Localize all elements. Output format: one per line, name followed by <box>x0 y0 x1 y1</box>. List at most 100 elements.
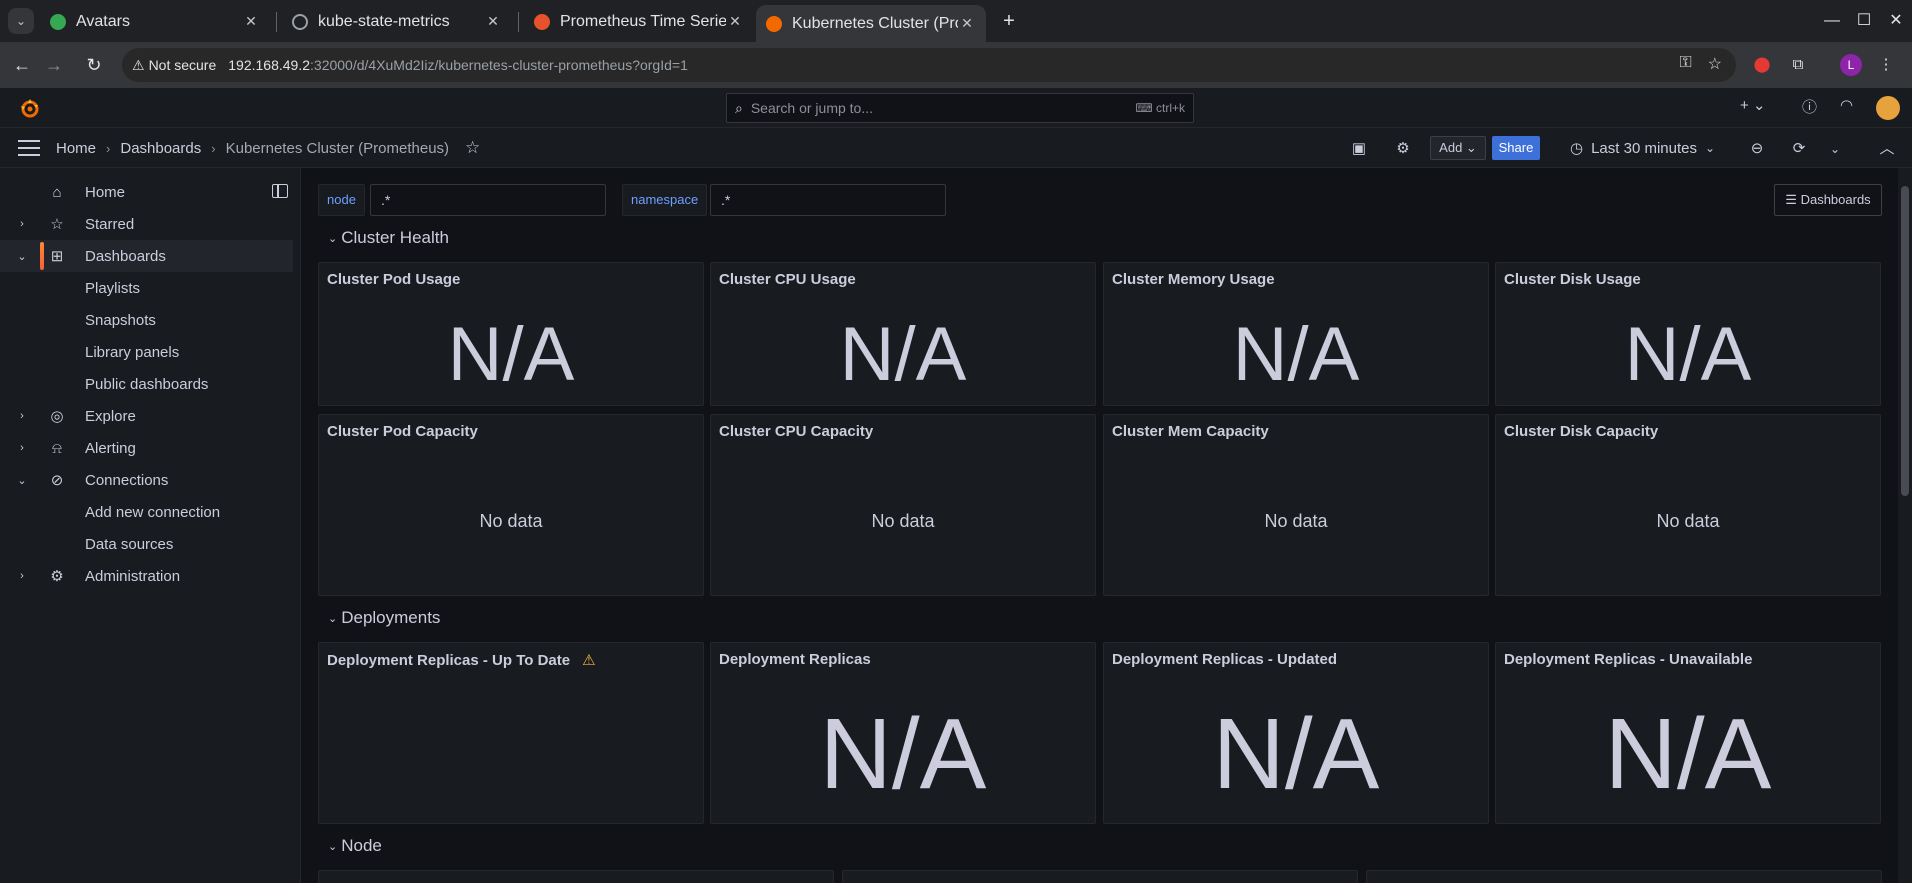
collapse-chevron-up-icon[interactable]: ︿ <box>1876 138 1898 160</box>
browser-tab-kubernetes-cluster[interactable]: Kubernetes Cluster (Prom ✕ <box>756 5 986 42</box>
window-close-button[interactable]: ✕ <box>1876 8 1912 34</box>
forward-button[interactable]: → <box>40 51 68 79</box>
key-icon[interactable]: ⚿ <box>1679 54 1691 74</box>
refresh-interval-chevron-icon[interactable]: ⌄ <box>1824 138 1846 160</box>
panel-cluster-mem-capacity[interactable]: Cluster Mem Capacity No data <box>1103 414 1489 596</box>
sidebar-item-public-dashboards[interactable]: Public dashboards <box>0 368 293 400</box>
scrollbar-thumb[interactable] <box>1901 186 1909 496</box>
variable-input-namespace[interactable]: .* <box>710 184 946 216</box>
browser-window: ⌄ Avatars ✕ kube-state-metrics ✕ Prometh… <box>0 0 1912 883</box>
panel-cluster-pod-usage[interactable]: Cluster Pod Usage N/A <box>318 262 704 406</box>
tab-divider <box>276 12 277 32</box>
panel-deployment-replicas[interactable]: Deployment Replicas N/A <box>710 642 1096 824</box>
refresh-icon[interactable]: ⟳ <box>1788 138 1810 160</box>
panel-node-1[interactable] <box>318 870 834 883</box>
panel-deployment-replicas-up-to-date[interactable]: Deployment Replicas - Up To Date ⚠ <box>318 642 704 824</box>
scrollbar[interactable] <box>1898 168 1912 883</box>
stat-value: N/A <box>819 698 987 810</box>
row-cluster-health[interactable]: ⌄ Cluster Health <box>328 228 449 248</box>
sidebar-item-home[interactable]: ⌂ Home <box>0 176 293 208</box>
stat-value: N/A <box>1232 312 1360 397</box>
chevron-right-icon[interactable]: › <box>16 442 28 454</box>
url-path: :32000/d/4XuMd2Iiz/kubernetes-cluster-pr… <box>310 57 688 73</box>
chevron-right-icon[interactable]: › <box>16 570 28 582</box>
browser-tab-kube-state-metrics[interactable]: kube-state-metrics ✕ <box>282 5 512 38</box>
sidebar-item-starred[interactable]: › ☆ Starred <box>0 208 293 240</box>
row-deployments[interactable]: ⌄ Deployments <box>328 608 440 628</box>
close-icon[interactable]: ✕ <box>242 13 260 30</box>
help-icon[interactable]: ⓘ <box>1802 96 1817 117</box>
sidebar-item-snapshots[interactable]: Snapshots <box>0 304 293 336</box>
share-button[interactable]: Share <box>1492 136 1540 160</box>
browser-tab-avatars[interactable]: Avatars ✕ <box>40 5 270 38</box>
warning-triangle-icon[interactable]: ⚠ <box>582 651 595 669</box>
clock-icon: ◷ <box>1570 140 1584 157</box>
stat-value: N/A <box>839 312 967 397</box>
reload-button[interactable]: ↻ <box>80 51 108 79</box>
chevron-right-icon[interactable]: › <box>16 218 28 230</box>
sidebar-item-library-panels[interactable]: Library panels <box>0 336 293 368</box>
panel-cluster-disk-capacity[interactable]: Cluster Disk Capacity No data <box>1495 414 1881 596</box>
time-range-picker[interactable]: ◷ Last 30 minutes ⌄ <box>1570 128 1715 168</box>
breadcrumb: Home › Dashboards › Kubernetes Cluster (… <box>56 128 480 168</box>
star-icon[interactable]: ☆ <box>465 138 480 158</box>
browser-tab-prometheus[interactable]: Prometheus Time Series ✕ <box>524 5 754 38</box>
bookmark-star-icon[interactable]: ☆ <box>1708 54 1722 74</box>
home-icon: ⌂ <box>52 183 62 201</box>
no-data-message: No data <box>871 511 935 531</box>
settings-gear-icon[interactable]: ⚙ <box>1392 138 1414 160</box>
chevron-right-icon: › <box>211 140 216 156</box>
save-icon[interactable]: ▣ <box>1348 138 1370 160</box>
chevron-down-icon[interactable]: ⌄ <box>16 250 28 263</box>
panel-cluster-cpu-capacity[interactable]: Cluster CPU Capacity No data <box>710 414 1096 596</box>
chevron-down-icon: ⌄ <box>328 232 338 245</box>
security-indicator[interactable]: ⚠ Not secure <box>132 57 216 74</box>
panel-node-2[interactable] <box>842 870 1358 883</box>
no-data-message: No data <box>1656 511 1720 531</box>
user-avatar[interactable] <box>1876 96 1900 120</box>
close-icon[interactable]: ✕ <box>958 15 976 32</box>
menu-icon[interactable] <box>18 139 40 157</box>
row-node[interactable]: ⌄ Node <box>328 836 382 856</box>
new-tab-button[interactable]: + <box>996 8 1022 34</box>
close-icon[interactable]: ✕ <box>484 13 502 30</box>
sidebar-item-alerting[interactable]: › ⍾ Alerting <box>0 432 293 464</box>
tab-search-button[interactable]: ⌄ <box>8 8 34 34</box>
back-button[interactable]: ← <box>8 51 36 79</box>
grafana-logo-icon[interactable] <box>18 97 42 119</box>
close-icon[interactable]: ✕ <box>726 13 744 30</box>
new-plus-icon[interactable]: + ⌄ <box>1740 96 1766 114</box>
breadcrumb-dashboards[interactable]: Dashboards <box>120 140 201 157</box>
zoom-out-icon[interactable]: ⊖ <box>1746 138 1768 160</box>
sidebar-item-explore[interactable]: › ◎ Explore <box>0 400 293 432</box>
chevron-right-icon[interactable]: › <box>16 410 28 422</box>
chevron-down-icon: ⌄ <box>1705 141 1716 155</box>
panel-node-3[interactable] <box>1366 870 1882 883</box>
star-icon: ☆ <box>50 216 64 233</box>
panel-cluster-pod-capacity[interactable]: Cluster Pod Capacity No data <box>318 414 704 596</box>
panel-cluster-disk-usage[interactable]: Cluster Disk Usage N/A <box>1495 262 1881 406</box>
chevron-down-icon[interactable]: ⌄ <box>16 474 28 487</box>
sidebar-item-playlists[interactable]: Playlists <box>0 272 293 304</box>
sidebar-item-data-sources[interactable]: Data sources <box>0 528 293 560</box>
search-input[interactable]: ⌕ Search or jump to... ⌨ ctrl+k <box>726 93 1194 123</box>
profile-avatar[interactable]: L <box>1840 54 1862 76</box>
add-button[interactable]: Add ⌄ <box>1430 136 1486 160</box>
panel-deployment-replicas-updated[interactable]: Deployment Replicas - Updated N/A <box>1103 642 1489 824</box>
sidebar-item-add-new-connection[interactable]: Add new connection <box>0 496 293 528</box>
breadcrumb-home[interactable]: Home <box>56 140 96 157</box>
variable-input-node[interactable]: .* <box>370 184 606 216</box>
rss-news-icon[interactable]: ◠ <box>1840 96 1853 114</box>
sidebar-item-connections[interactable]: ⌄ ⊘ Connections <box>0 464 293 496</box>
panel-cluster-cpu-usage[interactable]: Cluster CPU Usage N/A <box>710 262 1096 406</box>
chrome-menu-icon[interactable]: ⋮ <box>1874 53 1898 77</box>
nav-sidebar: ⌂ Home › ☆ Starred ⌄ ⊞ Dashboards Playli… <box>0 168 301 883</box>
sidebar-item-administration[interactable]: › ⚙ Administration <box>0 560 293 592</box>
extension-icon[interactable]: ⬤ <box>1750 53 1774 77</box>
sidebar-item-dashboards[interactable]: ⌄ ⊞ Dashboards <box>0 240 293 272</box>
panel-cluster-memory-usage[interactable]: Cluster Memory Usage N/A <box>1103 262 1489 406</box>
address-bar[interactable]: ⚠ Not secure 192.168.49.2:32000/d/4XuMd2… <box>122 48 1736 82</box>
panel-deployment-replicas-unavailable[interactable]: Deployment Replicas - Unavailable N/A <box>1495 642 1881 824</box>
dashboards-links-button[interactable]: ☰ Dashboards <box>1774 184 1882 216</box>
puzzle-extensions-icon[interactable]: ⧉ <box>1786 53 1810 77</box>
